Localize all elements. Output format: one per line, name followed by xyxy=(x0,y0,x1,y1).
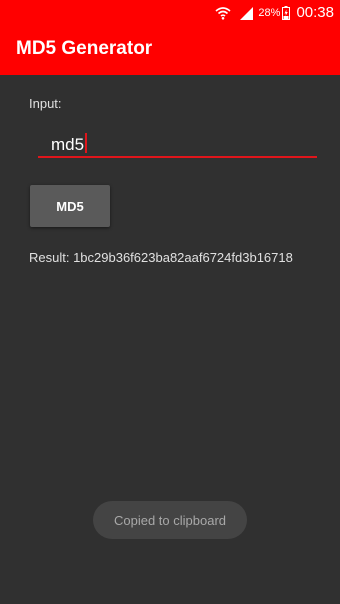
text-input-field[interactable]: md5 xyxy=(38,130,317,158)
input-value-wrapper: md5 xyxy=(51,133,88,155)
signal-icon xyxy=(239,6,254,20)
app-bar: 28% 00:38 MD5 Generator xyxy=(0,0,340,75)
battery-percent: 28% xyxy=(258,6,281,19)
status-clock: 00:38 xyxy=(296,4,334,21)
text-cursor xyxy=(85,133,88,153)
input-value: md5 xyxy=(51,135,85,154)
battery-icon xyxy=(282,5,291,20)
app-title: MD5 Generator xyxy=(16,38,153,59)
status-bar: 28% 00:38 xyxy=(0,0,340,25)
wifi-icon xyxy=(215,6,231,20)
toast-message: Copied to clipboard xyxy=(93,501,247,539)
input-label: Input: xyxy=(29,96,62,111)
result-text[interactable]: Result: 1bc29b36f623ba82aaf6724fd3b16718 xyxy=(29,250,293,265)
md5-button[interactable]: MD5 xyxy=(30,185,110,227)
